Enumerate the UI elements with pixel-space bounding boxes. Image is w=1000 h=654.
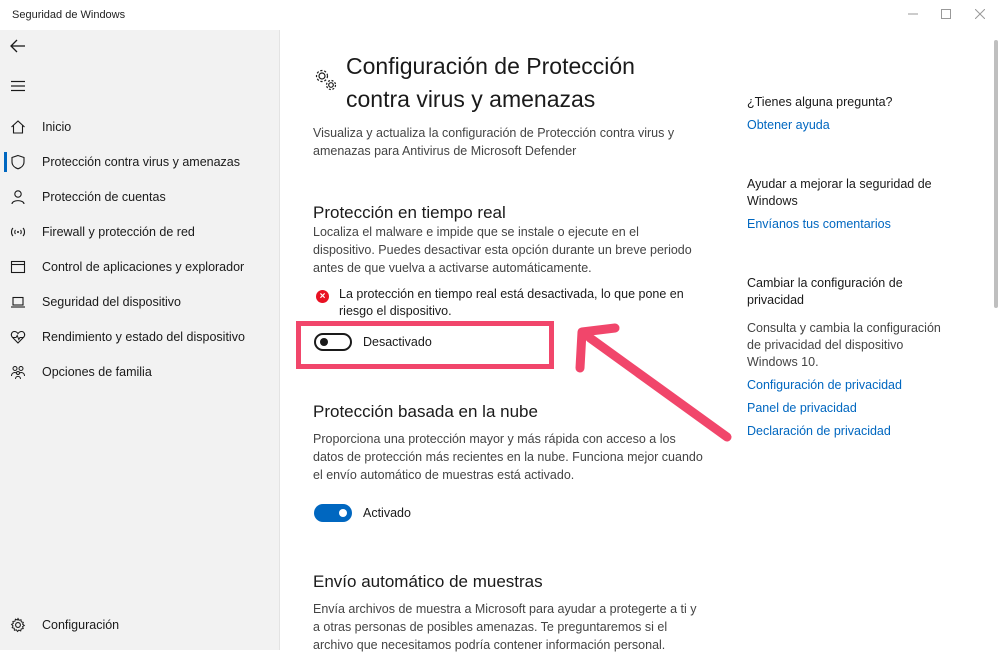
- privacy-dashboard-link[interactable]: Panel de privacidad: [747, 401, 857, 415]
- sidebar-item-app-browser[interactable]: Control de aplicaciones y explorador: [0, 252, 279, 282]
- sidebar-item-settings[interactable]: Configuración: [0, 610, 279, 640]
- cloud-toggle[interactable]: [314, 504, 352, 522]
- heart-icon: [10, 329, 26, 345]
- page-title-line1: Configuración de Protección: [346, 53, 635, 79]
- privacy-heading: Cambiar la configuración de privacidad: [747, 276, 903, 307]
- samples-section-title: Envío automático de muestras: [313, 572, 543, 591]
- shield-icon: [10, 154, 26, 170]
- sidebar-item-label: Control de aplicaciones y explorador: [42, 260, 245, 274]
- minimize-icon[interactable]: [898, 4, 928, 24]
- close-icon[interactable]: [965, 4, 995, 24]
- sidebar-item-label: Seguridad del dispositivo: [42, 295, 181, 309]
- scrollbar-thumb[interactable]: [994, 40, 998, 308]
- privacy-settings-link[interactable]: Configuración de privacidad: [747, 378, 902, 392]
- toggle-knob: [339, 509, 347, 517]
- home-icon: [10, 119, 26, 135]
- scrollbar[interactable]: [992, 30, 1000, 650]
- family-icon: [10, 364, 26, 380]
- browser-icon: [10, 259, 26, 275]
- cloud-toggle-label: Activado: [363, 506, 411, 520]
- sidebar-item-inicio[interactable]: Inicio: [0, 112, 279, 142]
- maximize-icon[interactable]: [931, 4, 961, 24]
- laptop-icon: [10, 294, 26, 310]
- cloud-section-title: Protección basada en la nube: [313, 402, 538, 421]
- improve-heading: Ayudar a mejorar la seguridad de Windows: [747, 177, 932, 208]
- gear-icon: [10, 617, 26, 633]
- sidebar-item-label: Protección de cuentas: [42, 190, 166, 204]
- page-title: Configuración de Protección contra virus…: [346, 50, 686, 116]
- error-icon: ×: [316, 290, 329, 303]
- sidebar-item-label: Configuración: [42, 618, 120, 632]
- gears-icon: [314, 68, 340, 94]
- back-arrow-icon[interactable]: [6, 34, 30, 58]
- page-title-line2: contra virus y amenazas: [346, 86, 596, 112]
- sidebar-item-device-health[interactable]: Rendimiento y estado del dispositivo: [0, 322, 279, 352]
- sidebar-item-label: Opciones de familia: [42, 365, 152, 379]
- sidebar-item-accounts[interactable]: Protección de cuentas: [0, 182, 279, 212]
- person-icon: [10, 189, 26, 205]
- cloud-description: Proporciona una protección mayor y más r…: [313, 432, 703, 482]
- question-heading: ¿Tienes alguna pregunta?: [747, 95, 893, 109]
- page-description: Visualiza y actualiza la configuración d…: [313, 126, 675, 158]
- realtime-description: Localiza el malware e impide que se inst…: [313, 225, 692, 275]
- privacy-statement-link[interactable]: Declaración de privacidad: [747, 424, 891, 438]
- sidebar-item-device-security[interactable]: Seguridad del dispositivo: [0, 287, 279, 317]
- privacy-description: Consulta y cambia la configuración de pr…: [747, 321, 941, 369]
- wifi-icon: [10, 224, 26, 240]
- sidebar-item-virus-protection[interactable]: Protección contra virus y amenazas: [0, 147, 279, 177]
- help-link[interactable]: Obtener ayuda: [747, 118, 830, 132]
- sidebar-item-firewall[interactable]: Firewall y protección de red: [0, 217, 279, 247]
- sidebar-item-family[interactable]: Opciones de familia: [0, 357, 279, 387]
- right-column: ¿Tienes alguna pregunta? Obtener ayuda A…: [747, 30, 957, 650]
- sidebar-item-label: Protección contra virus y amenazas: [42, 155, 241, 169]
- feedback-link[interactable]: Envíanos tus comentarios: [747, 217, 891, 231]
- sidebar-item-label: Inicio: [42, 120, 72, 134]
- samples-description: Envía archivos de muestra a Microsoft pa…: [313, 602, 697, 652]
- hamburger-menu-icon[interactable]: [6, 74, 30, 98]
- sidebar: Inicio Protección contra virus y amenaza…: [0, 30, 280, 650]
- window-title: Seguridad de Windows: [12, 9, 126, 21]
- sidebar-item-label: Rendimiento y estado del dispositivo: [42, 330, 245, 344]
- realtime-section-title: Protección en tiempo real: [313, 203, 506, 222]
- sidebar-item-label: Firewall y protección de red: [42, 225, 195, 239]
- highlight-box: [296, 321, 554, 369]
- warning-text: La protección en tiempo real está desact…: [339, 287, 684, 318]
- title-bar: Seguridad de Windows: [0, 0, 1000, 30]
